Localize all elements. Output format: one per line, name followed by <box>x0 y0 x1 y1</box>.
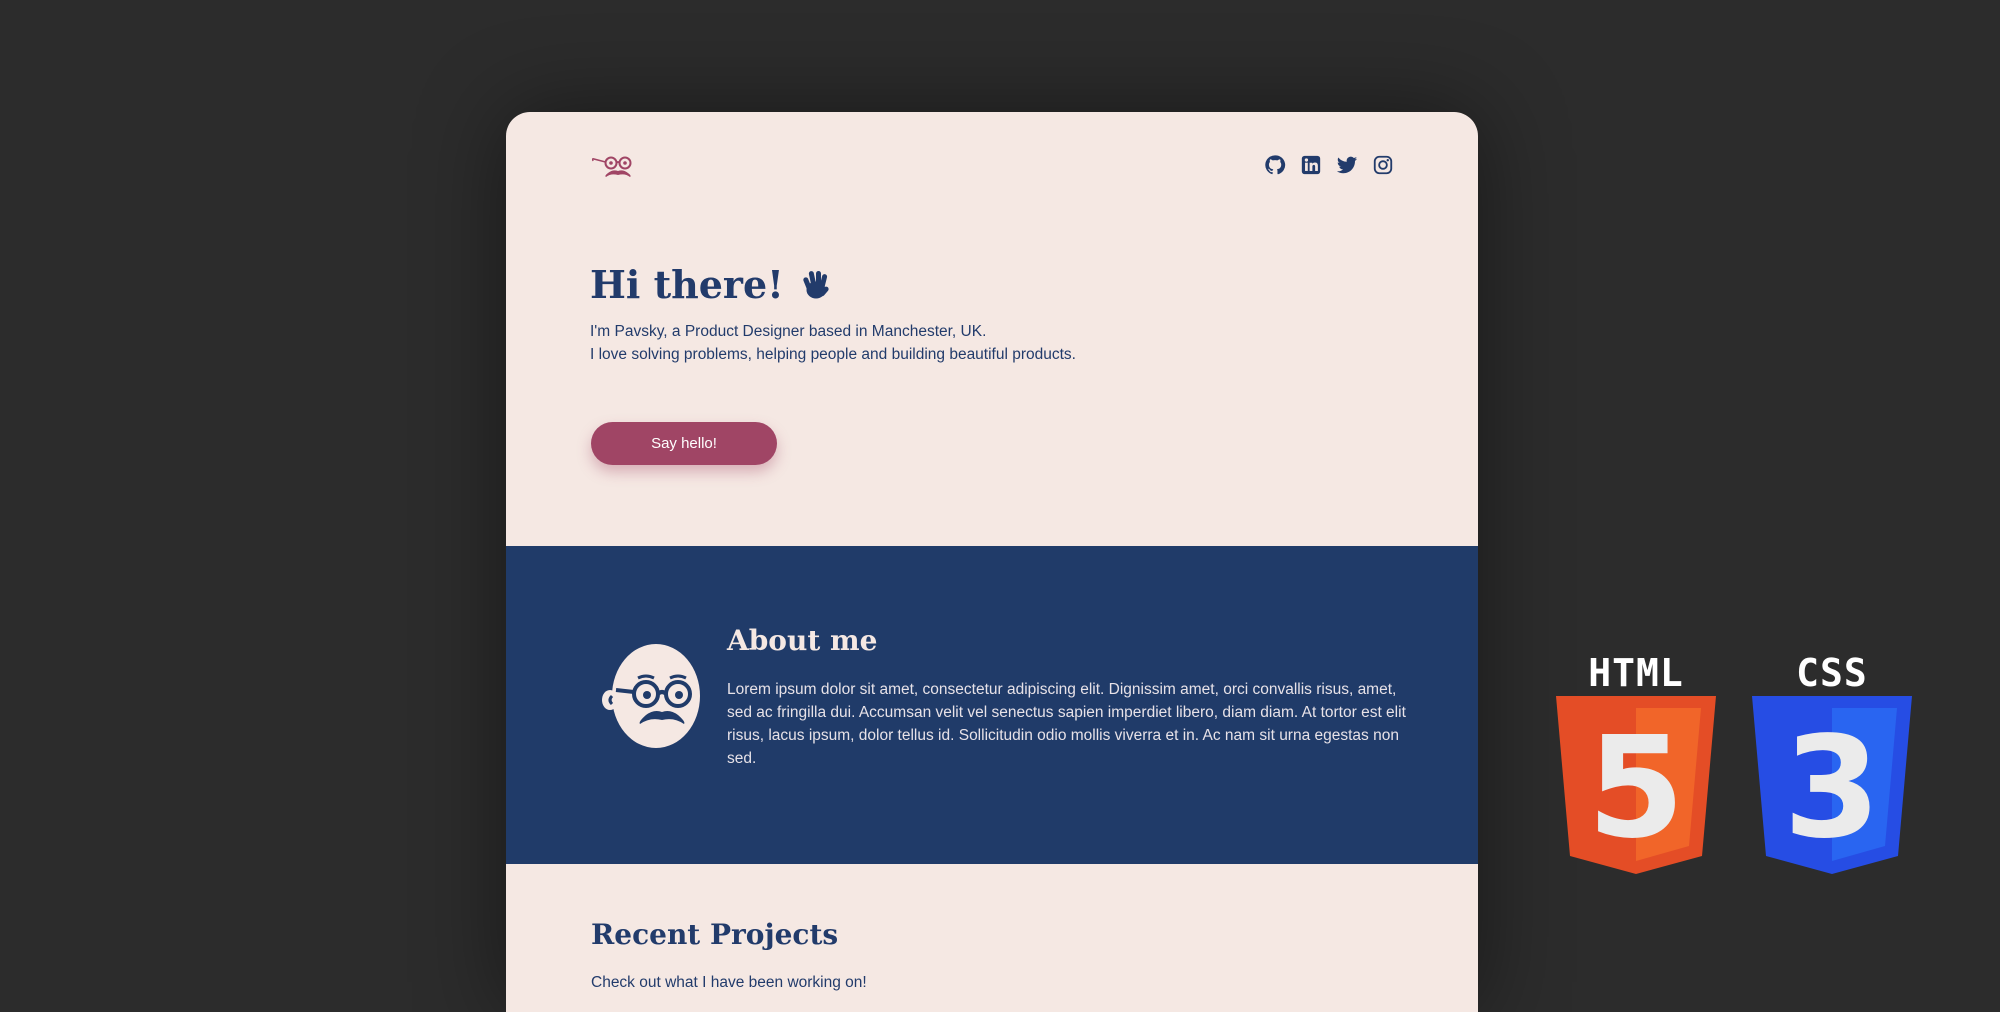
about-text: Lorem ipsum dolor sit amet, consectetur … <box>727 681 1406 767</box>
html5-badge: HTML 5 <box>1556 652 1716 874</box>
hero-intro-line-1: I'm Pavsky, a Product Designer based in … <box>590 323 987 340</box>
projects-subtitle: Check out what I have been working on! <box>591 974 867 991</box>
hero-title: Hi there! <box>590 262 832 307</box>
instagram-icon[interactable] <box>1372 154 1394 176</box>
about-title: About me <box>727 624 878 657</box>
portfolio-card: Hi there! I'm Pavsky, a Product Designer… <box>506 112 1478 1012</box>
about-section: About me Lorem ipsum dolor sit amet, con… <box>506 546 1478 864</box>
css3-shield-icon: 3 <box>1752 696 1912 874</box>
glasses-mustache-logo-icon[interactable] <box>591 152 637 184</box>
linkedin-icon[interactable] <box>1300 154 1322 176</box>
twitter-icon[interactable] <box>1336 154 1358 176</box>
html-version-digit: 5 <box>1587 707 1684 870</box>
css3-badge: CSS 3 <box>1752 652 1912 874</box>
html-label: HTML <box>1588 651 1684 695</box>
hero-title-text: Hi there! <box>590 262 784 307</box>
html5-shield-icon: 5 <box>1556 696 1716 874</box>
github-icon[interactable] <box>1264 154 1286 176</box>
say-hello-button[interactable]: Say hello! <box>591 422 777 465</box>
hero-intro-line-2: I love solving problems, helping people … <box>590 346 1076 363</box>
waving-hand-icon <box>803 270 829 298</box>
css-version-digit: 3 <box>1783 707 1880 870</box>
projects-title: Recent Projects <box>591 918 839 951</box>
hero-intro: I'm Pavsky, a Product Designer based in … <box>590 320 1076 366</box>
social-links <box>1264 154 1394 176</box>
avatar-face-icon <box>602 644 700 748</box>
css-label: CSS <box>1796 651 1868 695</box>
